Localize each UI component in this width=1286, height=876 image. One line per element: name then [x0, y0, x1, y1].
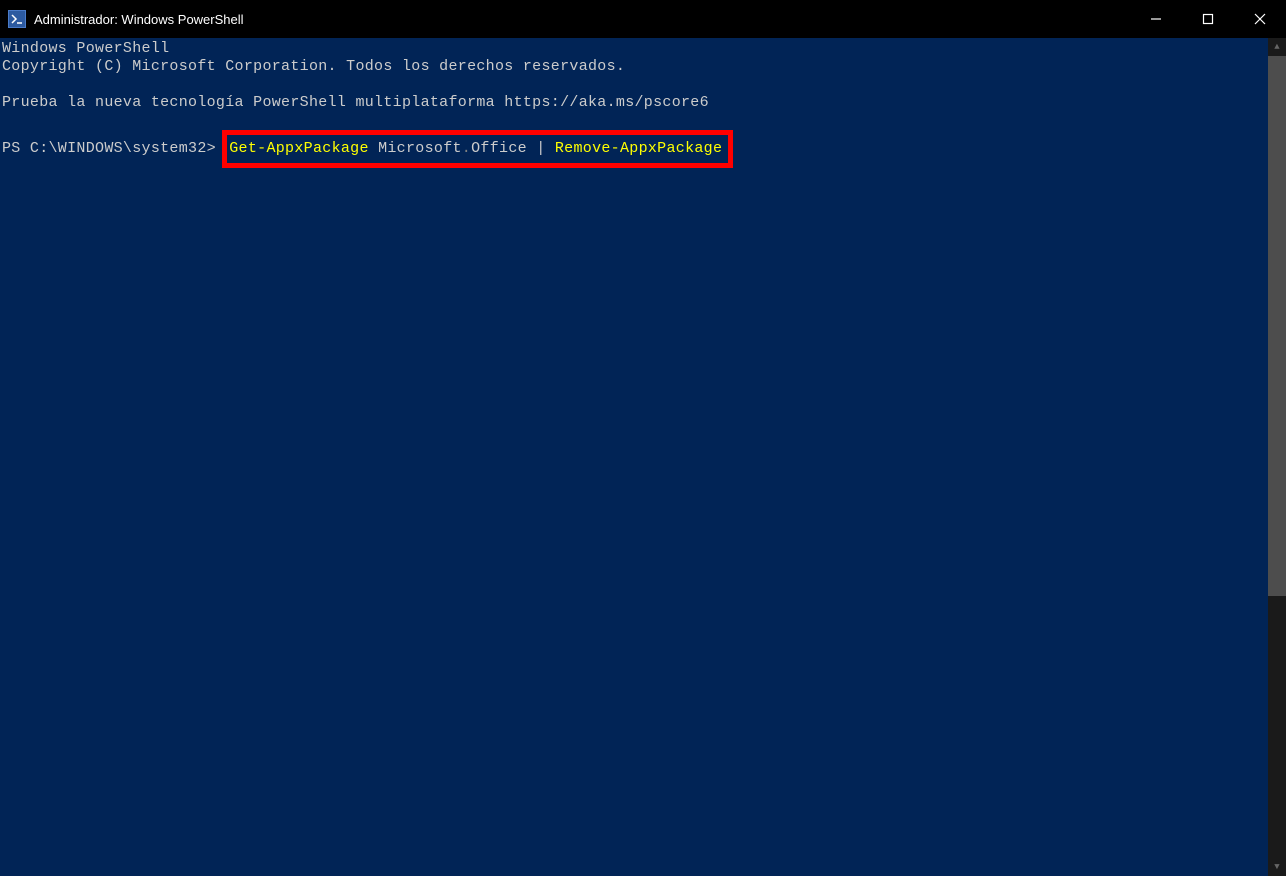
titlebar: Administrador: Windows PowerShell — [0, 0, 1286, 38]
output-blank — [2, 112, 1268, 130]
maximize-button[interactable] — [1182, 0, 1234, 38]
cmd-dot: . — [462, 140, 471, 157]
titlebar-left: Administrador: Windows PowerShell — [0, 10, 244, 28]
minimize-button[interactable] — [1130, 0, 1182, 38]
prompt-line: PS C:\WINDOWS\system32> Get-AppxPackage … — [2, 130, 1268, 168]
scroll-up-arrow-icon[interactable]: ▲ — [1268, 38, 1286, 56]
cmdlet-remove: Remove-AppxPackage — [555, 140, 722, 157]
terminal-output[interactable]: Windows PowerShellCopyright (C) Microsof… — [0, 38, 1268, 876]
output-line: Windows PowerShell — [2, 40, 1268, 58]
cmd-space — [546, 140, 555, 157]
powershell-icon — [8, 10, 26, 28]
cmdlet-get: Get-AppxPackage — [229, 140, 369, 157]
vertical-scrollbar[interactable]: ▲ ▼ — [1268, 38, 1286, 876]
close-button[interactable] — [1234, 0, 1286, 38]
scroll-thumb[interactable] — [1268, 56, 1286, 596]
scroll-track[interactable] — [1268, 56, 1286, 858]
command-highlight-box: Get-AppxPackage Microsoft.Office | Remov… — [222, 130, 733, 168]
output-line: Prueba la nueva tecnología PowerShell mu… — [2, 94, 1268, 112]
window-title: Administrador: Windows PowerShell — [34, 12, 244, 27]
window-controls — [1130, 0, 1286, 38]
prompt-prefix: PS C:\WINDOWS\system32> — [2, 140, 225, 157]
scroll-down-arrow-icon[interactable]: ▼ — [1268, 858, 1286, 876]
cmd-pipe: | — [536, 140, 545, 157]
output-line: Copyright (C) Microsoft Corporation. Tod… — [2, 58, 1268, 76]
cmd-arg: Microsoft — [369, 140, 462, 157]
cmd-arg: Office — [471, 140, 536, 157]
output-blank — [2, 76, 1268, 94]
